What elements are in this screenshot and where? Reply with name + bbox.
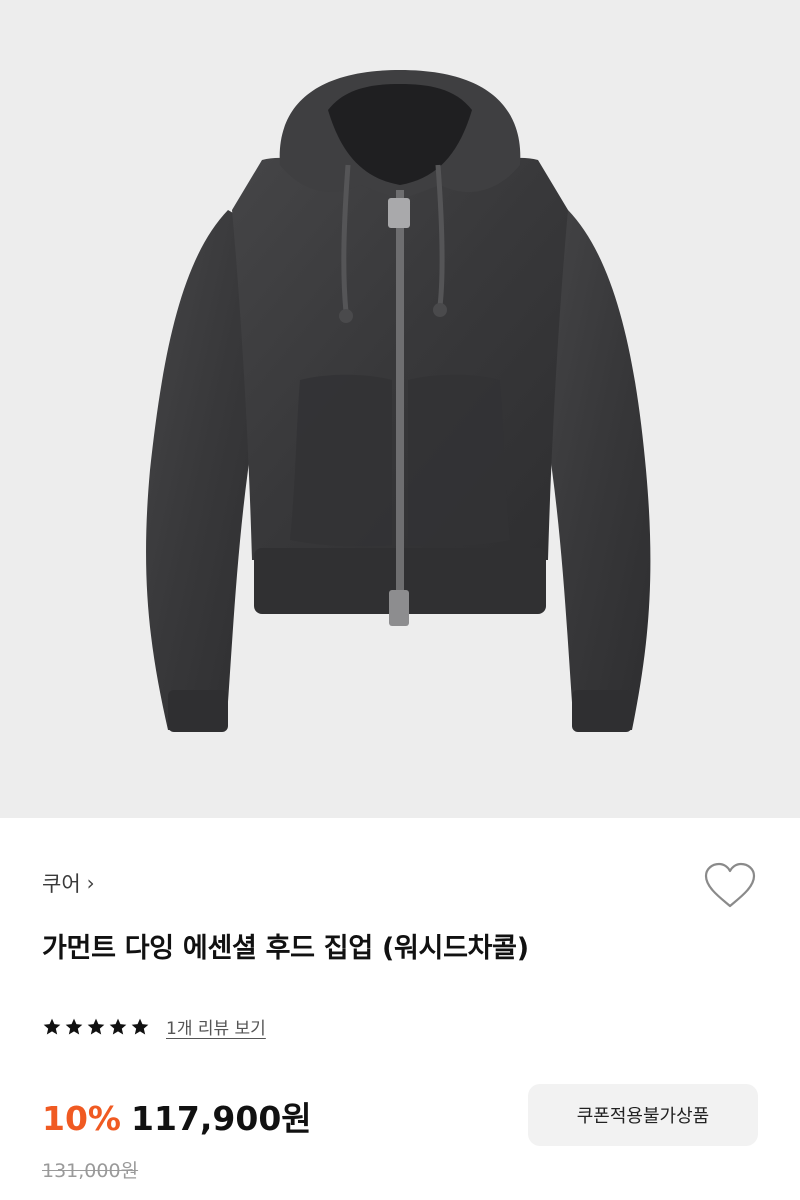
sale-price: 117,900원 — [131, 1099, 312, 1138]
discount-rate: 10% — [42, 1099, 121, 1138]
brand-name: 쿠어 — [42, 872, 81, 896]
star-filled-icon — [109, 1018, 127, 1034]
heart-outline-icon — [704, 862, 756, 908]
product-title: 가먼트 다잉 에센셜 후드 집업 (워시드차콜) — [42, 933, 529, 964]
star-filled-icon — [87, 1018, 105, 1034]
review-link[interactable]: 1개 리뷰 보기 — [166, 1014, 266, 1039]
rating-stars — [42, 1017, 150, 1037]
rating-row: 1개 리뷰 보기 — [42, 1014, 266, 1039]
brand-link[interactable]: 쿠어 › — [42, 868, 95, 898]
coupon-button[interactable]: 쿠폰적용불가상품 — [528, 1084, 758, 1146]
chevron-right-icon: › — [86, 871, 95, 895]
star-filled-icon — [65, 1018, 83, 1034]
brand-row: 쿠어 › — [42, 868, 95, 898]
star-filled-icon — [131, 1018, 149, 1034]
hoodie-illustration — [146, 70, 651, 732]
product-image[interactable] — [0, 0, 800, 818]
original-price: 131,000원 — [42, 1160, 139, 1182]
star-filled-icon — [43, 1018, 61, 1034]
price-row: 10% 117,900원 — [42, 1092, 312, 1140]
wishlist-button[interactable] — [702, 860, 758, 912]
